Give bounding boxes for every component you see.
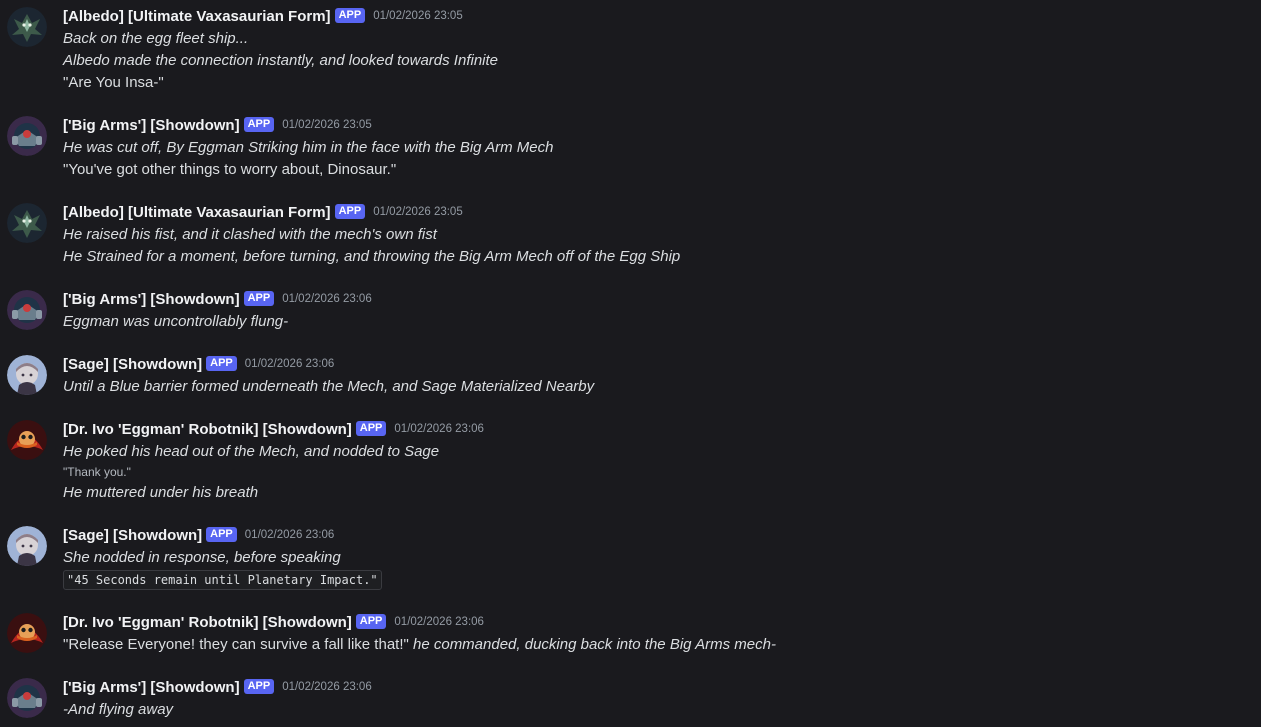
message-text: Albedo made the connection instantly, an… <box>63 52 498 69</box>
message-timestamp[interactable]: 01/02/2026 23:05 <box>282 119 372 131</box>
message-line: Until a Blue barrier formed underneath t… <box>63 376 594 398</box>
message-text: "Are You Insa-" <box>63 74 164 91</box>
message-content: Until a Blue barrier formed underneath t… <box>63 376 594 398</box>
message-text: Back on the egg fleet ship... <box>63 30 249 47</box>
message-content: -And flying away <box>63 699 173 721</box>
author-name[interactable]: ['Big Arms'] [Showdown] <box>63 291 240 308</box>
app-badge: APP <box>334 203 366 219</box>
inline-code: "45 Seconds remain until Planetary Impac… <box>63 570 382 590</box>
message-line: "Release Everyone! they can survive a fa… <box>63 634 776 656</box>
albedo-avatar[interactable] <box>7 7 47 47</box>
big-arms-avatar[interactable] <box>7 116 47 156</box>
message-header: [Sage] [Showdown] APP 01/02/2026 23:06 <box>63 525 334 545</box>
message-header: [Albedo] [Ultimate Vaxasaurian Form] APP 0… <box>63 202 463 222</box>
message-line: "You've got other things to worry about,… <box>63 159 553 181</box>
author-name[interactable]: [Albedo] [Ultimate Vaxasaurian Form] <box>63 8 331 25</box>
big-arms-avatar[interactable] <box>7 678 47 718</box>
albedo-avatar[interactable] <box>7 203 47 243</box>
message-text: "You've got other things to worry about,… <box>63 161 397 178</box>
app-badge: APP <box>206 526 237 542</box>
author-name[interactable]: [Dr. Ivo 'Eggman' Robotnik] [Showdown] <box>63 614 352 631</box>
message-header: ['Big Arms'] [Showdown] APP 01/02/2026 23:… <box>63 115 372 135</box>
message-timestamp[interactable]: 01/02/2026 23:05 <box>373 206 463 218</box>
author-name[interactable]: [Albedo] [Ultimate Vaxasaurian Form] <box>63 204 331 221</box>
message-timestamp[interactable]: 01/02/2026 23:06 <box>282 681 372 693</box>
message-line: "Are You Insa-" <box>63 72 498 94</box>
eggman-avatar[interactable] <box>7 613 47 653</box>
message-text: Eggman was uncontrollably flung- <box>63 313 289 330</box>
message-text: She nodded in response, before speaking <box>63 549 341 566</box>
message-content: "Release Everyone! they can survive a fa… <box>63 634 776 656</box>
app-badge: APP <box>355 420 387 436</box>
message-content: He raised his fist, and it clashed with … <box>63 224 680 268</box>
message-line: He raised his fist, and it clashed with … <box>63 224 680 246</box>
author-name[interactable]: ['Big Arms'] [Showdown] <box>63 117 240 134</box>
message-line: He muttered under his breath <box>63 482 439 504</box>
message-line: He poked his head out of the Mech, and n… <box>63 441 439 463</box>
app-badge: APP <box>206 355 237 371</box>
author-name[interactable]: [Dr. Ivo 'Eggman' Robotnik] [Showdown] <box>63 421 352 438</box>
message-line: "Thank you." <box>63 463 439 482</box>
message-text: He was cut off, By Eggman Striking him i… <box>63 139 554 156</box>
message-content: Back on the egg fleet ship... Albedo made… <box>63 28 498 94</box>
message-timestamp[interactable]: 01/02/2026 23:06 <box>245 529 335 541</box>
big-arms-avatar[interactable] <box>7 290 47 330</box>
message-header: [Dr. Ivo 'Eggman' Robotnik] [Showdown] AP… <box>63 612 484 632</box>
sage-avatar[interactable] <box>7 355 47 395</box>
message-timestamp[interactable]: 01/02/2026 23:06 <box>394 423 484 435</box>
message-line: -And flying away <box>63 699 173 721</box>
message-header: ['Big Arms'] [Showdown] APP 01/02/2026 23:… <box>63 289 372 309</box>
message-line: She nodded in response, before speaking <box>63 547 382 569</box>
app-badge: APP <box>355 613 387 629</box>
message-text: He muttered under his breath <box>63 484 259 501</box>
message-header: ['Big Arms'] [Showdown] APP 01/02/2026 23:… <box>63 677 372 697</box>
message-content: He was cut off, By Eggman Striking him i… <box>63 137 553 181</box>
message-line: He Strained for a moment, before turning… <box>63 246 680 268</box>
app-badge: APP <box>243 116 275 132</box>
message-line: "45 Seconds remain until Planetary Impac… <box>63 569 382 591</box>
message-timestamp[interactable]: 01/02/2026 23:05 <box>373 10 463 22</box>
message-text: -And flying away <box>63 701 174 718</box>
message-line: Eggman was uncontrollably flung- <box>63 311 288 333</box>
message-content: He poked his head out of the Mech, and n… <box>63 441 439 504</box>
message-header: [Sage] [Showdown] APP 01/02/2026 23:06 <box>63 354 334 374</box>
app-badge: APP <box>243 678 275 694</box>
message-text: Until a Blue barrier formed underneath t… <box>63 378 595 395</box>
message-line: Back on the egg fleet ship... <box>63 28 498 50</box>
message-content: She nodded in response, before speaking "… <box>63 547 382 591</box>
message-text: He Strained for a moment, before turning… <box>63 248 681 265</box>
message-header: [Albedo] [Ultimate Vaxasaurian Form] APP 0… <box>63 6 463 26</box>
message-text: he commanded, ducking back into the Big … <box>408 636 776 653</box>
message-text: He raised his fist, and it clashed with … <box>63 226 437 243</box>
message-text: He poked his head out of the Mech, and n… <box>63 443 440 460</box>
message-text: "Release Everyone! they can survive a fa… <box>63 636 409 653</box>
message-line: He was cut off, By Eggman Striking him i… <box>63 137 553 159</box>
message-list: [Albedo] [Ultimate Vaxasaurian Form] APP 0… <box>0 0 1261 727</box>
author-name[interactable]: ['Big Arms'] [Showdown] <box>63 679 240 696</box>
message-line: Albedo made the connection instantly, an… <box>63 50 498 72</box>
app-badge: APP <box>243 290 275 306</box>
app-badge: APP <box>334 7 366 23</box>
message-content: Eggman was uncontrollably flung- <box>63 311 288 333</box>
author-name[interactable]: [Sage] [Showdown] <box>63 527 202 544</box>
message-timestamp[interactable]: 01/02/2026 23:06 <box>245 358 335 370</box>
message-timestamp[interactable]: 01/02/2026 23:06 <box>394 616 484 628</box>
message-text: "Thank you." <box>63 465 131 479</box>
author-name[interactable]: [Sage] [Showdown] <box>63 356 202 373</box>
eggman-avatar[interactable] <box>7 420 47 460</box>
sage-avatar[interactable] <box>7 526 47 566</box>
message-timestamp[interactable]: 01/02/2026 23:06 <box>282 293 372 305</box>
message-header: [Dr. Ivo 'Eggman' Robotnik] [Showdown] AP… <box>63 419 484 439</box>
